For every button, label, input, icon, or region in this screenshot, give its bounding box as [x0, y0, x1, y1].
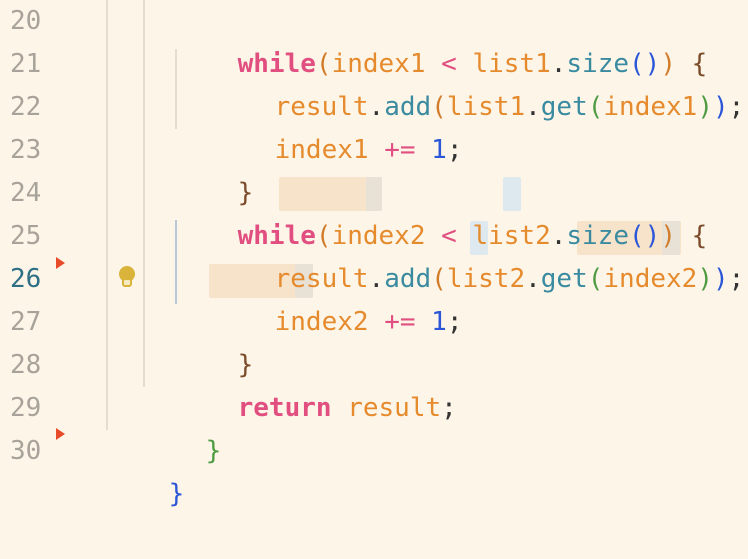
- operator: +=: [368, 135, 432, 165]
- keyword-return: return: [237, 393, 332, 423]
- number: 1: [431, 135, 447, 165]
- code-line-26[interactable]: index2 += 1;: [212, 258, 463, 337]
- fold-marker-icon[interactable]: [56, 428, 65, 440]
- paren: ): [697, 264, 713, 294]
- line-number-25: 25: [10, 221, 42, 251]
- paren: (: [587, 92, 604, 122]
- line-number-27: 27: [10, 307, 42, 337]
- code-line-20[interactable]: while(index1 < list1.size()) {: [175, 0, 708, 79]
- line-number-30: 30: [10, 436, 42, 466]
- code-line-27[interactable]: }: [175, 301, 254, 380]
- dot: .: [525, 264, 541, 294]
- code-line-30[interactable]: }: [106, 430, 185, 509]
- function-get: get: [540, 264, 588, 294]
- code-editor[interactable]: 20 21 22 23 24 25 26 27 28 29 30 while(i…: [0, 0, 748, 509]
- variable-index1: index1: [274, 135, 369, 165]
- code-line-28[interactable]: return result;: [175, 344, 457, 423]
- code-line-21[interactable]: result.add(list1.get(index1));: [212, 43, 745, 122]
- dot: .: [525, 92, 541, 122]
- operator: +=: [368, 307, 432, 337]
- code-line-23[interactable]: }: [175, 129, 254, 208]
- semicolon: ;: [728, 264, 745, 294]
- variable-index1: index1: [603, 92, 698, 122]
- lightbulb-icon[interactable]: [116, 264, 138, 288]
- function-get: get: [540, 92, 588, 122]
- semicolon: ;: [728, 92, 745, 122]
- variable-result: result: [347, 393, 442, 423]
- semicolon: ;: [441, 393, 457, 423]
- variable-index2: index2: [274, 307, 369, 337]
- semicolon: ;: [446, 135, 463, 165]
- indent-guide-method: [143, 0, 145, 387]
- line-number-20: 20: [10, 6, 42, 36]
- line-number-22: 22: [10, 92, 42, 122]
- line-number-23: 23: [10, 135, 42, 165]
- fold-marker-icon[interactable]: [56, 257, 65, 269]
- line-number-26: 26: [10, 264, 42, 294]
- paren: ): [712, 92, 729, 122]
- code-line-22[interactable]: index1 += 1;: [212, 86, 463, 165]
- code-line-25[interactable]: result.add(list2.get(index2));: [212, 215, 745, 294]
- code-line-24[interactable]: while(index2 < list2.size()) {: [175, 172, 708, 251]
- line-number-24: 24: [10, 178, 42, 208]
- number: 1: [431, 307, 447, 337]
- paren: ): [712, 264, 729, 294]
- line-number-29: 29: [10, 393, 42, 423]
- line-number-21: 21: [10, 49, 42, 79]
- variable-index2: index2: [603, 264, 698, 294]
- paren: (: [587, 264, 604, 294]
- paren: ): [697, 92, 713, 122]
- brace: }: [205, 436, 222, 466]
- indent-guide-outer: [106, 0, 108, 430]
- line-number-28: 28: [10, 350, 42, 380]
- semicolon: ;: [446, 307, 463, 337]
- code-line-29[interactable]: }: [143, 387, 222, 466]
